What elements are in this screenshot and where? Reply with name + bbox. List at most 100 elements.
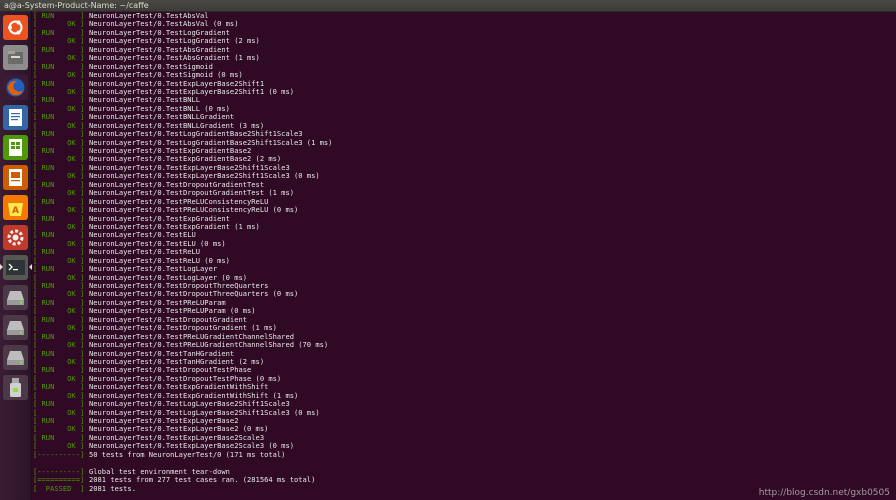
terminal-line: [ OK ] NeuronLayerTest/0.TestPReLUConsist… xyxy=(33,206,895,214)
focus-indicator xyxy=(29,264,32,270)
usb-drive-icon xyxy=(3,375,28,400)
test-status-tag: [ OK ] xyxy=(33,273,85,282)
terminal-line: [ OK ] NeuronLayerTest/0.TestTanHGradient… xyxy=(33,358,895,366)
terminal-line: [ OK ] NeuronLayerTest/0.TestLogGradientB… xyxy=(33,139,895,147)
terminal-line: [ OK ] NeuronLayerTest/0.TestPReLUParam (… xyxy=(33,307,895,315)
test-status-tag: [ OK ] xyxy=(33,189,85,198)
test-output-text: NeuronLayerTest/0.TestLogGradientBase2Sh… xyxy=(89,130,303,139)
terminal-line: [ RUN ] NeuronLayerTest/0.TestDropoutThre… xyxy=(33,282,895,290)
test-status-tag: [ RUN ] xyxy=(33,417,85,425)
test-output-text: NeuronLayerTest/0.TestExpLayerBase2 (0 m… xyxy=(89,425,269,434)
terminal-line: [----------] Global test environment tear… xyxy=(33,468,895,476)
launcher-usb-drive-button[interactable] xyxy=(3,375,28,400)
test-output-text: NeuronLayerTest/0.TestExpGradient xyxy=(89,214,230,223)
test-output-text: NeuronLayerTest/0.TestExpLayerBase2Shift… xyxy=(89,79,265,88)
launcher-drive-button[interactable] xyxy=(3,285,28,310)
test-status-tag: [ OK ] xyxy=(33,374,85,383)
test-output-text: NeuronLayerTest/0.TestSigmoid (0 ms) xyxy=(89,71,243,80)
test-status-tag: [ RUN ] xyxy=(33,298,85,307)
terminal-line: [ OK ] NeuronLayerTest/0.TestExpGradient … xyxy=(33,223,895,231)
terminal-line: [ RUN ] NeuronLayerTest/0.TestDropoutGrad… xyxy=(33,316,895,324)
launcher-drive-button[interactable] xyxy=(3,315,28,340)
terminal-line: [ OK ] NeuronLayerTest/0.TestDropoutThree… xyxy=(33,290,895,298)
launcher-ubuntu-dash-button[interactable] xyxy=(3,15,28,40)
launcher-settings-button[interactable] xyxy=(3,225,28,250)
test-output-text: NeuronLayerTest/0.TestBNLLGradient (3 ms… xyxy=(89,121,265,130)
test-status-tag: [ RUN ] xyxy=(33,130,85,139)
test-status-tag: [ RUN ] xyxy=(33,265,85,274)
test-status-tag: [ RUN ] xyxy=(33,231,85,240)
terminal-line: [ OK ] NeuronLayerTest/0.TestExpGradientW… xyxy=(33,392,895,400)
test-output-text: NeuronLayerTest/0.TestReLU (0 ms) xyxy=(89,256,230,265)
test-status-tag: [ RUN ] xyxy=(33,282,85,290)
test-output-text: NeuronLayerTest/0.TestDropoutGradientTes… xyxy=(89,189,294,198)
test-status-tag: [ PASSED ] xyxy=(33,484,85,493)
test-status-tag: [ RUN ] xyxy=(33,28,85,37)
test-status-tag: [----------] xyxy=(33,467,85,476)
test-output-text: NeuronLayerTest/0.TestPReLUGradientChann… xyxy=(89,341,329,350)
terminal-line: [ OK ] NeuronLayerTest/0.TestSigmoid (0 m… xyxy=(33,71,895,79)
test-status-tag: [ OK ] xyxy=(33,222,85,231)
test-status-tag: [ RUN ] xyxy=(33,383,85,392)
launcher-writer-button[interactable] xyxy=(3,105,28,130)
terminal-line: [ OK ] NeuronLayerTest/0.TestExpLayerBase… xyxy=(33,442,895,450)
terminal-line: [ RUN ] NeuronLayerTest/0.TestDropoutGrad… xyxy=(33,181,895,189)
test-status-tag: [ RUN ] xyxy=(33,197,85,206)
launcher-files-button[interactable] xyxy=(3,45,28,70)
terminal-line: [ RUN ] NeuronLayerTest/0.TestAbsGradient xyxy=(33,46,895,54)
test-status-tag: [ OK ] xyxy=(33,206,85,215)
terminal-line: [ OK ] NeuronLayerTest/0.TestAbsGradient … xyxy=(33,54,895,62)
test-status-tag: [==========] xyxy=(33,476,85,485)
launcher-calc-button[interactable] xyxy=(3,135,28,160)
test-status-tag: [ OK ] xyxy=(33,307,85,316)
launcher-drive-button[interactable] xyxy=(3,345,28,370)
test-output-text: NeuronLayerTest/0.TestAbsGradient xyxy=(89,45,230,54)
test-output-text: NeuronLayerTest/0.TestExpGradient (1 ms) xyxy=(89,222,260,231)
test-status-tag: [ RUN ] xyxy=(33,248,85,257)
drive-icon xyxy=(3,315,28,340)
test-output-text: NeuronLayerTest/0.TestPReLUConsistencyRe… xyxy=(89,197,269,206)
launcher-software-center-button[interactable]: A xyxy=(3,195,28,220)
test-status-tag: [ OK ] xyxy=(33,341,85,350)
terminal-icon xyxy=(3,255,28,280)
test-output-text: NeuronLayerTest/0.TestExpLayerBase2Scale… xyxy=(89,442,294,451)
terminal-line: [ OK ] NeuronLayerTest/0.TestExpLayerBase… xyxy=(33,425,895,433)
terminal-line: [ RUN ] NeuronLayerTest/0.TestELU xyxy=(33,231,895,239)
test-status-tag: [ OK ] xyxy=(33,155,85,164)
terminal-line: [ RUN ] NeuronLayerTest/0.TestExpLayerBas… xyxy=(33,164,895,172)
test-status-tag: [ OK ] xyxy=(33,442,85,451)
test-output-text: NeuronLayerTest/0.TestReLU xyxy=(89,248,201,257)
test-output-text: NeuronLayerTest/0.TestLogLayer xyxy=(89,265,218,274)
window-titlebar: a@a-System-Product-Name: ~/caffe xyxy=(0,0,896,12)
test-status-tag: [ RUN ] xyxy=(33,433,85,442)
test-status-tag: [ RUN ] xyxy=(33,79,85,88)
test-output-text: NeuronLayerTest/0.TestTanHGradient xyxy=(89,349,235,358)
test-status-tag: [ OK ] xyxy=(33,54,85,63)
launcher-terminal-button[interactable] xyxy=(3,255,28,280)
terminal-line: [ RUN ] NeuronLayerTest/0.TestPReLUConsis… xyxy=(33,198,895,206)
test-status-tag: [ RUN ] xyxy=(33,349,85,358)
test-status-tag: [ OK ] xyxy=(33,357,85,366)
test-status-tag: [ RUN ] xyxy=(33,113,85,122)
launcher-impress-button[interactable] xyxy=(3,165,28,190)
test-output-text: NeuronLayerTest/0.TestExpLayerBase2Shift… xyxy=(89,87,294,96)
test-status-tag: [ OK ] xyxy=(33,71,85,80)
test-output-text: NeuronLayerTest/0.TestLogGradient (2 ms) xyxy=(89,37,260,46)
launcher-firefox-button[interactable] xyxy=(3,75,28,100)
terminal-line: [ OK ] NeuronLayerTest/0.TestExpLayerBase… xyxy=(33,88,895,96)
test-status-tag: [ RUN ] xyxy=(33,400,85,409)
firefox-icon xyxy=(3,75,28,100)
terminal-line: [ RUN ] NeuronLayerTest/0.TestLogLayer xyxy=(33,265,895,273)
test-status-tag: [----------] xyxy=(33,450,85,459)
test-status-tag: [ RUN ] xyxy=(33,332,85,341)
test-output-text: NeuronLayerTest/0.TestPReLUGradientChann… xyxy=(89,332,294,341)
test-status-tag: [ OK ] xyxy=(33,256,85,265)
test-output-text: NeuronLayerTest/0.TestExpLayerBase2Scale… xyxy=(89,433,265,442)
ubuntu-dash-icon xyxy=(3,15,28,40)
test-status-tag: [ OK ] xyxy=(33,37,85,46)
terminal-line: [ RUN ] NeuronLayerTest/0.TestExpGradient xyxy=(33,215,895,223)
terminal-line: [ RUN ] NeuronLayerTest/0.TestBNLL xyxy=(33,96,895,104)
test-status-tag: [ OK ] xyxy=(33,239,85,248)
terminal-output[interactable]: [ RUN ] NeuronLayerTest/0.TestAbsVal[ OK … xyxy=(33,12,895,500)
terminal-line: [ RUN ] NeuronLayerTest/0.TestLogGradient… xyxy=(33,130,895,138)
